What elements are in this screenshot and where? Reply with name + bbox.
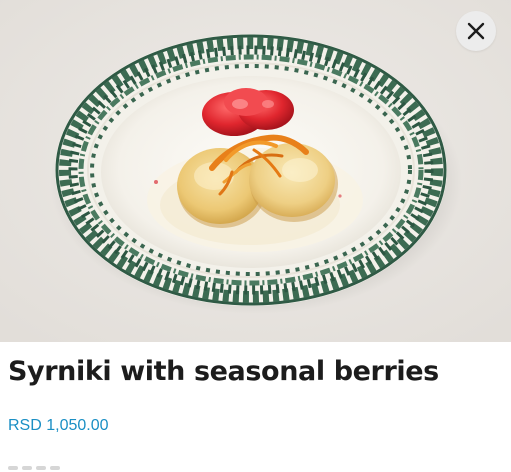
dish-price: RSD 1,050.00 xyxy=(8,417,109,434)
plate-illustration xyxy=(0,0,511,342)
description-placeholder xyxy=(8,466,68,472)
close-button[interactable] xyxy=(456,11,496,51)
dish-title: Syrniki with seasonal berries xyxy=(8,356,439,387)
dish-photo xyxy=(0,0,511,342)
close-icon xyxy=(467,22,485,40)
dish-detail-modal: Syrniki with seasonal berries RSD 1,050.… xyxy=(0,0,511,472)
